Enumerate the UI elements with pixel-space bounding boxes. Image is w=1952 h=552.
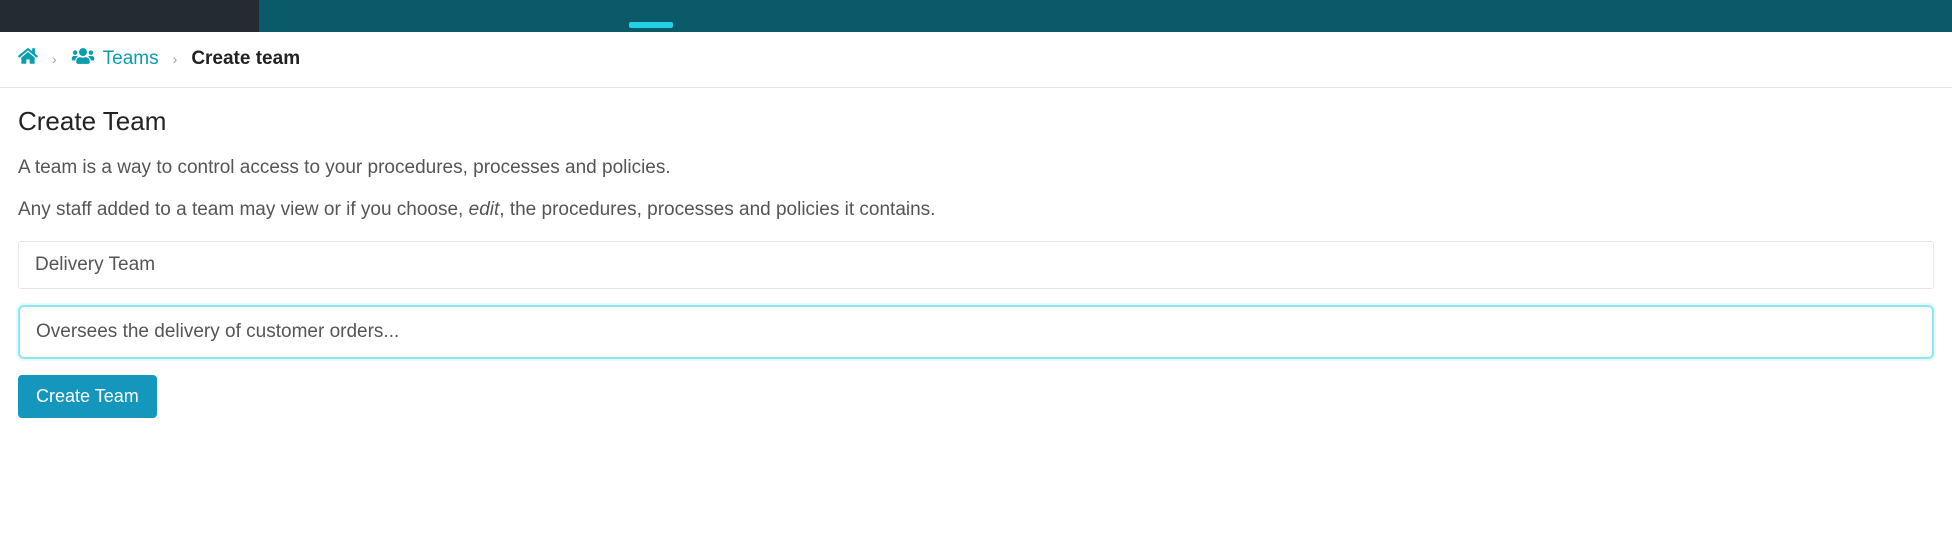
team-name-input[interactable] (18, 241, 1934, 289)
breadcrumb-teams-label: Teams (103, 48, 159, 70)
topbar-brand-area (0, 0, 259, 32)
breadcrumb-home[interactable] (18, 47, 38, 71)
breadcrumb-current: Create team (191, 48, 300, 70)
breadcrumb-current-label: Create team (191, 48, 300, 70)
desc2-pre: Any staff added to a team may view or if… (18, 199, 469, 220)
main-content: Create Team A team is a way to control a… (0, 88, 1952, 418)
breadcrumb-bar: › Teams › Create team (0, 32, 1952, 88)
desc2-post: , the procedures, processes and policies… (499, 199, 935, 220)
page-title: Create Team (18, 106, 1934, 137)
page-description-2: Any staff added to a team may view or if… (18, 199, 1934, 221)
breadcrumb-teams[interactable]: Teams (71, 47, 159, 71)
breadcrumb-separator: › (52, 51, 57, 67)
breadcrumb-separator: › (173, 51, 178, 67)
create-team-button[interactable]: Create Team (18, 375, 157, 418)
home-icon (18, 47, 38, 71)
desc2-em: edit (469, 199, 500, 220)
topbar-nav-area (259, 0, 1952, 32)
page-description-1: A team is a way to control access to you… (18, 157, 1934, 179)
active-nav-indicator (629, 22, 673, 28)
team-description-input[interactable] (18, 305, 1934, 359)
users-icon (71, 47, 95, 71)
breadcrumb: › Teams › Create team (0, 32, 1952, 87)
topbar (0, 0, 1952, 32)
